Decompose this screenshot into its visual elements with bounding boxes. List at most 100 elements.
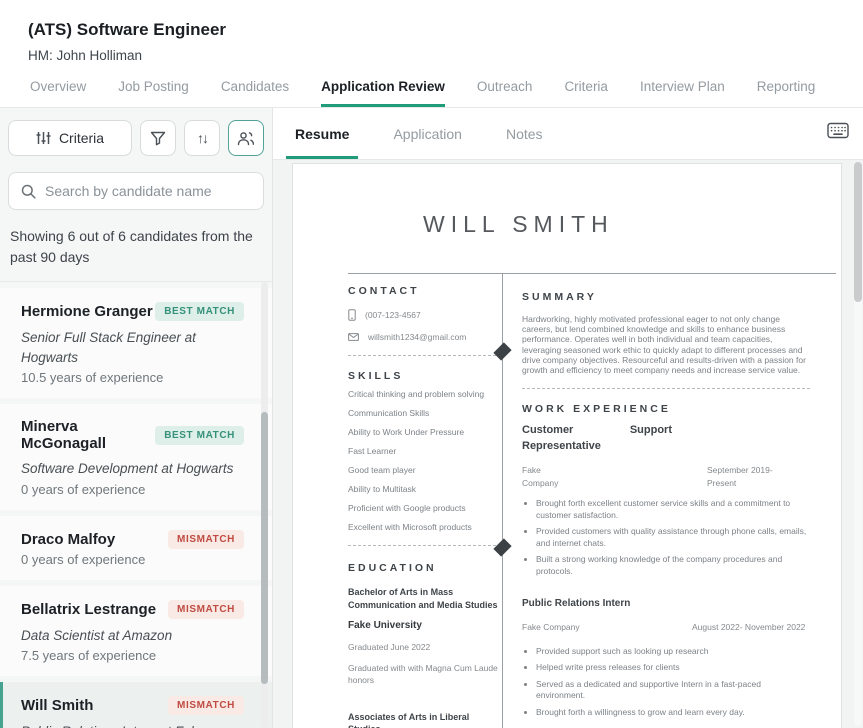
tab-application[interactable]: Application — [384, 126, 471, 159]
match-badge: MISMATCH — [168, 530, 244, 549]
tab-candidates[interactable]: Candidates — [221, 79, 289, 107]
contact-phone: (007-123-4567 — [365, 310, 421, 320]
viewer-tab-bar: Resume Application Notes — [273, 108, 863, 160]
contact-heading: CONTACT — [348, 285, 501, 297]
candidate-role: Data Scientist at Amazon — [21, 626, 254, 646]
resume-page: WILL SMITH CONTACT — [292, 163, 842, 728]
candidate-card-will-smith[interactable]: Will Smith MISMATCH Public Relations Int… — [0, 682, 272, 728]
candidate-experience: 0 years of experience — [21, 552, 254, 567]
job-bullet: Served as a dedicated and supportive Int… — [536, 679, 810, 702]
resume-column-divider — [502, 274, 503, 728]
keyboard-shortcuts-icon — [827, 122, 849, 139]
tab-job-posting[interactable]: Job Posting — [118, 79, 189, 107]
people-icon — [237, 131, 255, 146]
candidate-name: Hermione Granger — [21, 303, 153, 320]
match-badge: BEST MATCH — [155, 426, 244, 445]
job-bullet: Provided support such as looking up rese… — [536, 646, 810, 657]
tab-interview-plan[interactable]: Interview Plan — [640, 79, 725, 107]
job-title: (ATS) Software Engineer — [28, 20, 863, 40]
tab-outreach[interactable]: Outreach — [477, 79, 533, 107]
candidate-card-minerva-mcgonagall[interactable]: Minerva McGonagall BEST MATCH Software D… — [0, 404, 272, 510]
candidate-sidebar: Criteria ↑↓ — [0, 108, 273, 728]
education-graduated: Graduated June 2022 — [348, 642, 501, 654]
filter-button[interactable] — [140, 120, 176, 156]
tab-reporting[interactable]: Reporting — [757, 79, 816, 107]
sort-button[interactable]: ↑↓ — [184, 120, 220, 156]
work-experience-heading: WORK EXPERIENCE — [522, 403, 810, 415]
education-degree: Bachelor of Arts in Mass Communication a… — [348, 586, 501, 611]
candidate-card-draco-malfoy[interactable]: Draco Malfoy MISMATCH 0 years of experie… — [0, 516, 272, 580]
dashed-divider — [522, 388, 810, 389]
resume-columns: CONTACT (007-123-4567 — [293, 274, 841, 728]
skill-item: Excellent with Microsoft products — [348, 522, 501, 532]
match-badge: MISMATCH — [168, 696, 244, 715]
tab-notes[interactable]: Notes — [497, 126, 552, 159]
job-bullet: Brought forth a willingness to grow and … — [536, 707, 810, 718]
job-title-text: Customer Support Representative — [522, 423, 672, 455]
keyboard-shortcuts-button[interactable] — [827, 122, 849, 139]
education-degree: Associates of Arts in Liberal Studies — [348, 711, 501, 728]
candidate-name: Draco Malfoy — [21, 531, 115, 548]
skill-item: Fast Learner — [348, 446, 501, 456]
funnel-icon — [150, 131, 166, 146]
criteria-button-label: Criteria — [59, 130, 104, 146]
skills-heading: SKILLS — [348, 370, 501, 382]
candidate-card-hermione-granger[interactable]: Hermione Granger BEST MATCH Senior Full … — [0, 288, 272, 398]
skill-item: Good team player — [348, 465, 501, 475]
skill-item: Ability to Work Under Pressure — [348, 427, 501, 437]
job-bullet: Built a strong working knowledge of the … — [536, 554, 810, 577]
ats-app: (ATS) Software Engineer HM: John Hollima… — [0, 0, 863, 728]
candidates-view-button[interactable] — [228, 120, 264, 156]
match-badge: MISMATCH — [168, 600, 244, 619]
candidate-name: Bellatrix Lestrange — [21, 601, 156, 618]
sidebar-toolbar: Criteria ↑↓ — [0, 108, 272, 166]
skill-item: Proficient with Google products — [348, 503, 501, 513]
app-header: (ATS) Software Engineer HM: John Hollima… — [0, 0, 863, 63]
sliders-icon — [36, 131, 51, 145]
resume-candidate-name: WILL SMITH — [423, 211, 841, 238]
candidate-role: Software Development at Hogwarts — [21, 459, 254, 479]
tab-overview[interactable]: Overview — [30, 79, 86, 107]
resume-scrollbar[interactable] — [854, 162, 862, 726]
tab-application-review[interactable]: Application Review — [321, 79, 445, 107]
dashed-divider — [348, 545, 501, 546]
candidate-list: Hermione Granger BEST MATCH Senior Full … — [0, 282, 272, 728]
criteria-button[interactable]: Criteria — [8, 120, 132, 156]
work-experience-entry: Public Relations Intern Fake Company Aug… — [522, 597, 810, 718]
candidate-list-scrollbar[interactable] — [261, 282, 268, 728]
job-company: Fake Company — [522, 621, 652, 634]
job-bullet-list: Brought forth excellent customer service… — [536, 498, 810, 577]
resume-right-column: SUMMARY Hardworking, highly motivated pr… — [522, 274, 810, 728]
job-company: Fake Company — [522, 464, 568, 490]
sort-arrows-icon: ↑↓ — [197, 130, 207, 146]
job-title-text: Public Relations Intern — [522, 597, 810, 612]
candidate-detail-panel: Resume Application Notes — [273, 108, 863, 728]
skill-item: Critical thinking and problem solving — [348, 389, 501, 399]
envelope-icon — [348, 333, 359, 341]
dashed-divider — [348, 355, 501, 356]
phone-icon — [348, 309, 356, 321]
summary-text: Hardworking, highly motivated profession… — [522, 314, 810, 375]
candidate-name: Minerva McGonagall — [21, 418, 155, 452]
work-experience-entry: Customer Support Representative Fake Com… — [522, 423, 810, 577]
main-content: Criteria ↑↓ — [0, 108, 863, 728]
candidate-experience: 0 years of experience — [21, 482, 254, 497]
search-input[interactable] — [45, 183, 251, 199]
job-bullet: Helped write press releases for clients — [536, 662, 810, 673]
job-bullet: Brought forth excellent customer service… — [536, 498, 810, 521]
tab-criteria[interactable]: Criteria — [564, 79, 608, 107]
candidate-card-bellatrix-lestrange[interactable]: Bellatrix Lestrange MISMATCH Data Scient… — [0, 586, 272, 677]
hiring-manager: HM: John Holliman — [28, 48, 863, 63]
contact-email: willsmith1234@gmail.com — [368, 332, 466, 342]
education-honors: Graduated with with Magna Cum Laude hono… — [348, 663, 501, 687]
candidate-name: Will Smith — [21, 697, 93, 714]
scrollbar-thumb[interactable] — [261, 412, 268, 684]
job-dates: September 2019- Present — [707, 464, 802, 490]
skill-item: Communication Skills — [348, 408, 501, 418]
scrollbar-thumb[interactable] — [854, 162, 862, 302]
resume-left-column: CONTACT (007-123-4567 — [348, 274, 501, 728]
tab-resume[interactable]: Resume — [286, 126, 358, 159]
main-tab-bar: Overview Job Posting Candidates Applicat… — [0, 63, 863, 108]
candidate-role: Public Relations Intern at Fake Company — [21, 722, 254, 728]
job-bullet: Provided customers with quality assistan… — [536, 526, 810, 549]
